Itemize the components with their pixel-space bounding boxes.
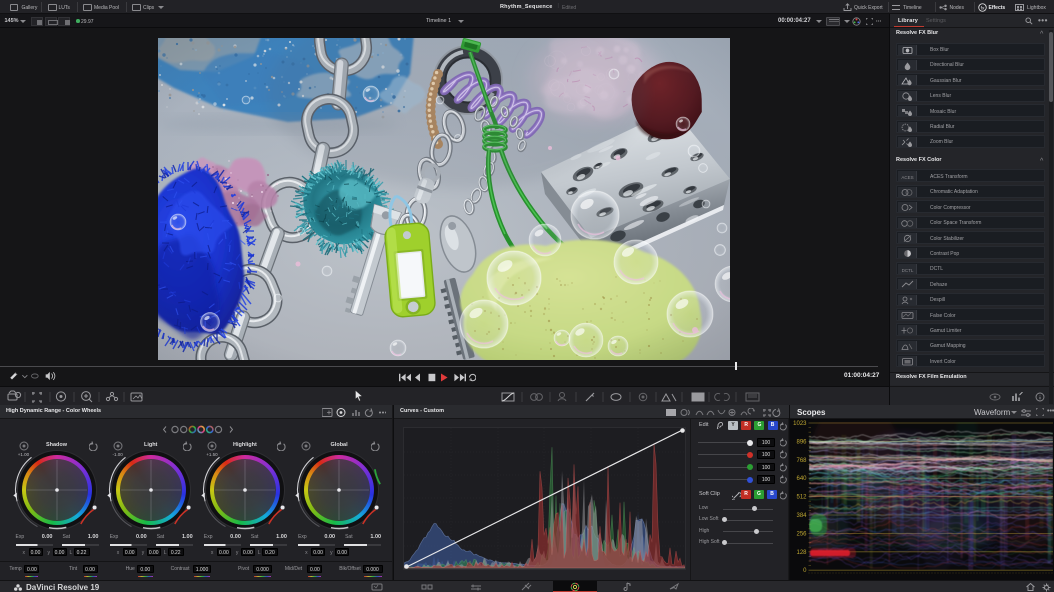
svg-text:128: 128: [796, 550, 807, 556]
svg-text:640: 640: [796, 476, 807, 482]
svg-text:1023: 1023: [793, 421, 807, 427]
svg-text:256: 256: [796, 531, 807, 537]
svg-text:ACES: ACES: [901, 175, 913, 180]
svg-text:896: 896: [796, 439, 807, 445]
svg-text:384: 384: [796, 513, 807, 519]
svg-text:fx: fx: [980, 5, 984, 11]
svg-text:768: 768: [796, 458, 807, 464]
svg-text:DCTL: DCTL: [902, 268, 914, 273]
svg-text:0: 0: [803, 568, 807, 574]
svg-text:512: 512: [796, 495, 807, 501]
